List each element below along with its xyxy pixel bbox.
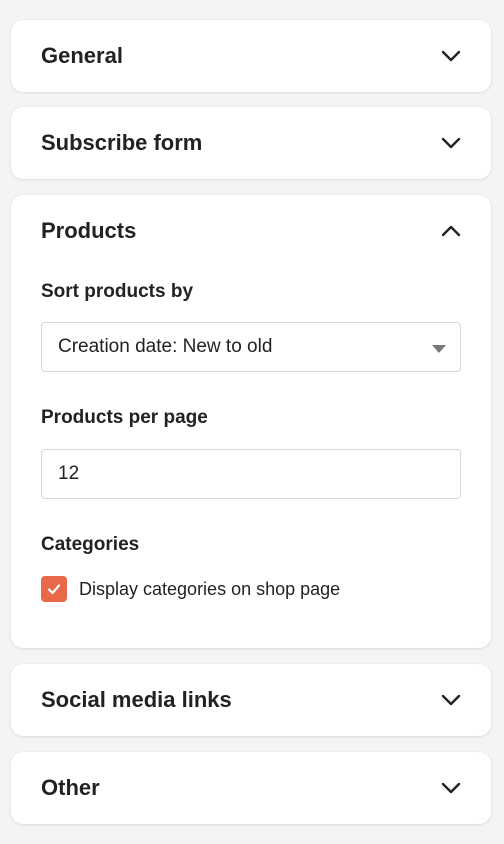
chevron-up-icon: [441, 221, 461, 241]
chevron-down-icon: [441, 46, 461, 66]
panel-general-title: General: [41, 43, 123, 68]
panel-other: Other: [11, 752, 491, 824]
panel-social-media-links-title: Social media links: [41, 687, 232, 712]
panel-subscribe-form-header[interactable]: Subscribe form: [11, 107, 491, 179]
panel-other-title: Other: [41, 775, 100, 800]
categories-label: Categories: [41, 534, 140, 555]
products-per-page-label: Products per page: [41, 407, 208, 428]
panel-general: General: [11, 20, 491, 92]
display-categories-label: Display categories on shop page: [79, 578, 341, 599]
panel-general-header[interactable]: General: [11, 20, 491, 92]
chevron-down-icon: [441, 133, 461, 153]
caret-down-icon: [432, 345, 446, 353]
chevron-down-icon: [441, 690, 461, 710]
panel-subscribe-form-title: Subscribe form: [41, 130, 203, 155]
sort-products-select[interactable]: Creation date: New to old: [41, 322, 461, 372]
sort-products-label: Sort products by: [41, 281, 194, 302]
products-per-page-input[interactable]: [41, 449, 461, 499]
display-categories-checkbox[interactable]: [41, 576, 67, 602]
panel-other-header[interactable]: Other: [11, 752, 491, 824]
panel-products-title: Products: [41, 218, 137, 243]
chevron-down-icon: [441, 778, 461, 798]
check-icon: [47, 584, 61, 595]
panel-subscribe-form: Subscribe form: [11, 107, 491, 179]
sort-products-value: Creation date: New to old: [58, 336, 273, 357]
panel-products-header[interactable]: Products: [11, 195, 491, 267]
panel-products: Products Sort products by Creation date:…: [11, 195, 491, 648]
display-categories-row[interactable]: Display categories on shop page: [41, 575, 340, 603]
panel-social-media-links: Social media links: [11, 664, 491, 736]
panel-social-media-links-header[interactable]: Social media links: [11, 664, 491, 736]
